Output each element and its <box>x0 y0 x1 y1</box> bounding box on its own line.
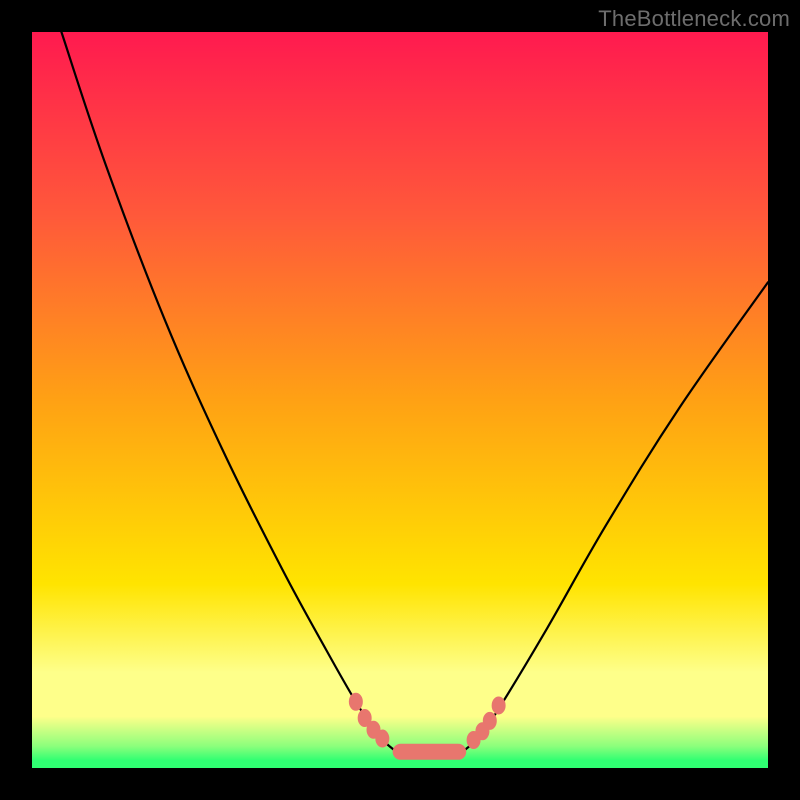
chart-frame: TheBottleneck.com <box>0 0 800 800</box>
marker-dot <box>375 730 389 748</box>
curve-left <box>61 32 396 752</box>
curve-right <box>463 282 768 752</box>
plot-area <box>32 32 768 768</box>
marker-dot <box>349 693 363 711</box>
marker-pill <box>393 744 467 760</box>
marker-group <box>349 693 506 760</box>
curve-layer <box>32 32 768 768</box>
marker-dot <box>483 712 497 730</box>
watermark-text: TheBottleneck.com <box>598 6 790 32</box>
marker-dot <box>492 696 506 714</box>
